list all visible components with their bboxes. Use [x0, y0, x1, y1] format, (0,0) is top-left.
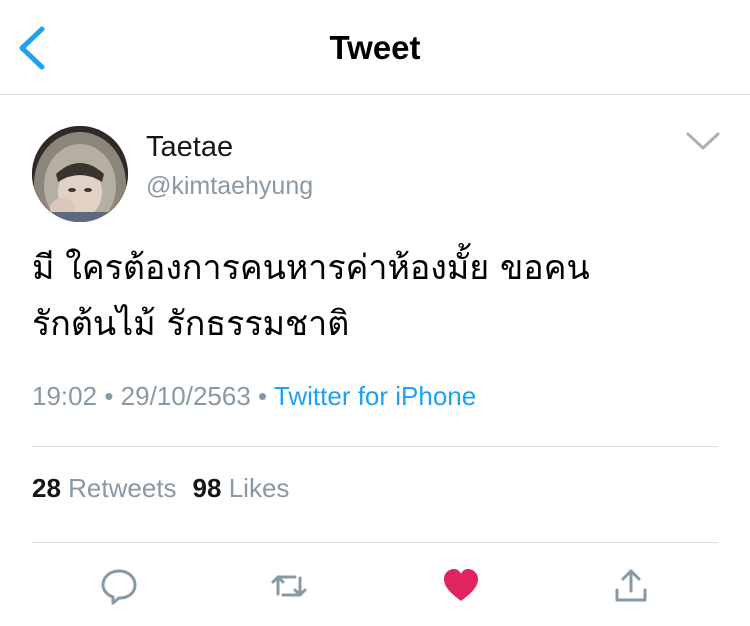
reply-button[interactable]: [99, 566, 139, 606]
retweets-label: Retweets: [68, 473, 177, 503]
tweet-options-button[interactable]: [684, 128, 722, 154]
author-handle[interactable]: @kimtaehyung: [146, 170, 313, 202]
retweet-icon: [271, 575, 307, 597]
retweets-stat[interactable]: 28 Retweets: [32, 473, 177, 503]
avatar[interactable]: [32, 126, 128, 222]
tweet-stats: 28 Retweets 98 Likes: [32, 470, 289, 506]
divider: [32, 446, 718, 447]
author-name[interactable]: Taetae: [146, 129, 233, 165]
tweet-source-link[interactable]: Twitter for iPhone: [274, 381, 476, 411]
divider: [32, 542, 718, 543]
tweet-text-line: มี ใครต้องการคนหารค่าห้องมั้ย ขอคน: [32, 248, 590, 288]
reply-icon: [101, 569, 137, 605]
chevron-down-icon: [686, 132, 720, 150]
app-header: Tweet: [0, 0, 750, 95]
likes-stat[interactable]: 98 Likes: [193, 473, 290, 503]
retweets-count: 28: [32, 473, 61, 503]
tweet-date: 29/10/2563: [120, 381, 251, 411]
retweet-button[interactable]: [269, 566, 309, 606]
likes-label: Likes: [228, 473, 290, 503]
page-title: Tweet: [329, 29, 421, 66]
tweet-time: 19:02: [32, 381, 98, 411]
heart-icon: [444, 569, 478, 601]
share-button[interactable]: [611, 566, 651, 606]
tweet-text-line: รักต้นไม้ รักธรรมชาติ: [32, 304, 350, 344]
like-button[interactable]: [441, 566, 481, 606]
tweet-text: มี ใครต้องการคนหารค่าห้องมั้ย ขอคน รักต้…: [32, 240, 732, 352]
likes-count: 98: [192, 473, 222, 503]
avatar-image: [32, 126, 128, 222]
meta-separator: •: [258, 381, 268, 411]
share-icon: [615, 569, 647, 602]
meta-separator: •: [104, 381, 114, 411]
tweet-meta: 19:02 • 29/10/2563 • Twitter for iPhone: [32, 378, 476, 414]
